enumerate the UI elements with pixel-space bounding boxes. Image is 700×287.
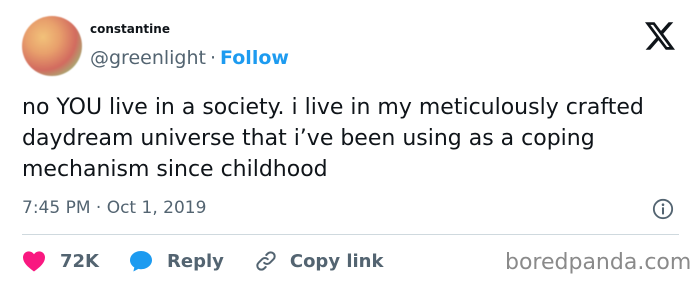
like-count: 72K	[60, 250, 99, 272]
separator-dot: ·	[210, 47, 217, 69]
copy-link-button[interactable]: Copy link	[254, 249, 384, 273]
action-bar: 72K Reply Copy link	[22, 248, 383, 274]
author-handle[interactable]: @greenlight	[90, 47, 206, 69]
tweet-text: no YOU live in a society. i live in my m…	[22, 95, 644, 182]
reply-label: Reply	[167, 250, 224, 272]
divider	[22, 234, 679, 235]
x-logo-icon[interactable]	[645, 22, 675, 50]
heart-icon	[23, 251, 45, 272]
reply-bubble-icon	[130, 251, 152, 272]
copy-link-label: Copy link	[289, 250, 384, 272]
avatar[interactable]	[22, 16, 82, 76]
watermark: boredpanda.com	[505, 250, 692, 275]
follow-button[interactable]: Follow	[220, 47, 289, 69]
link-chain-icon	[256, 251, 276, 271]
info-icon[interactable]	[652, 198, 674, 220]
tweet-timestamp[interactable]: 7:45 PM · Oct 1, 2019	[22, 198, 206, 218]
author-display-name[interactable]: constantine	[90, 22, 170, 36]
reply-button[interactable]: Reply	[129, 250, 224, 272]
like-button[interactable]: 72K	[22, 250, 99, 272]
author-handle-row: @greenlight · Follow	[90, 47, 289, 69]
